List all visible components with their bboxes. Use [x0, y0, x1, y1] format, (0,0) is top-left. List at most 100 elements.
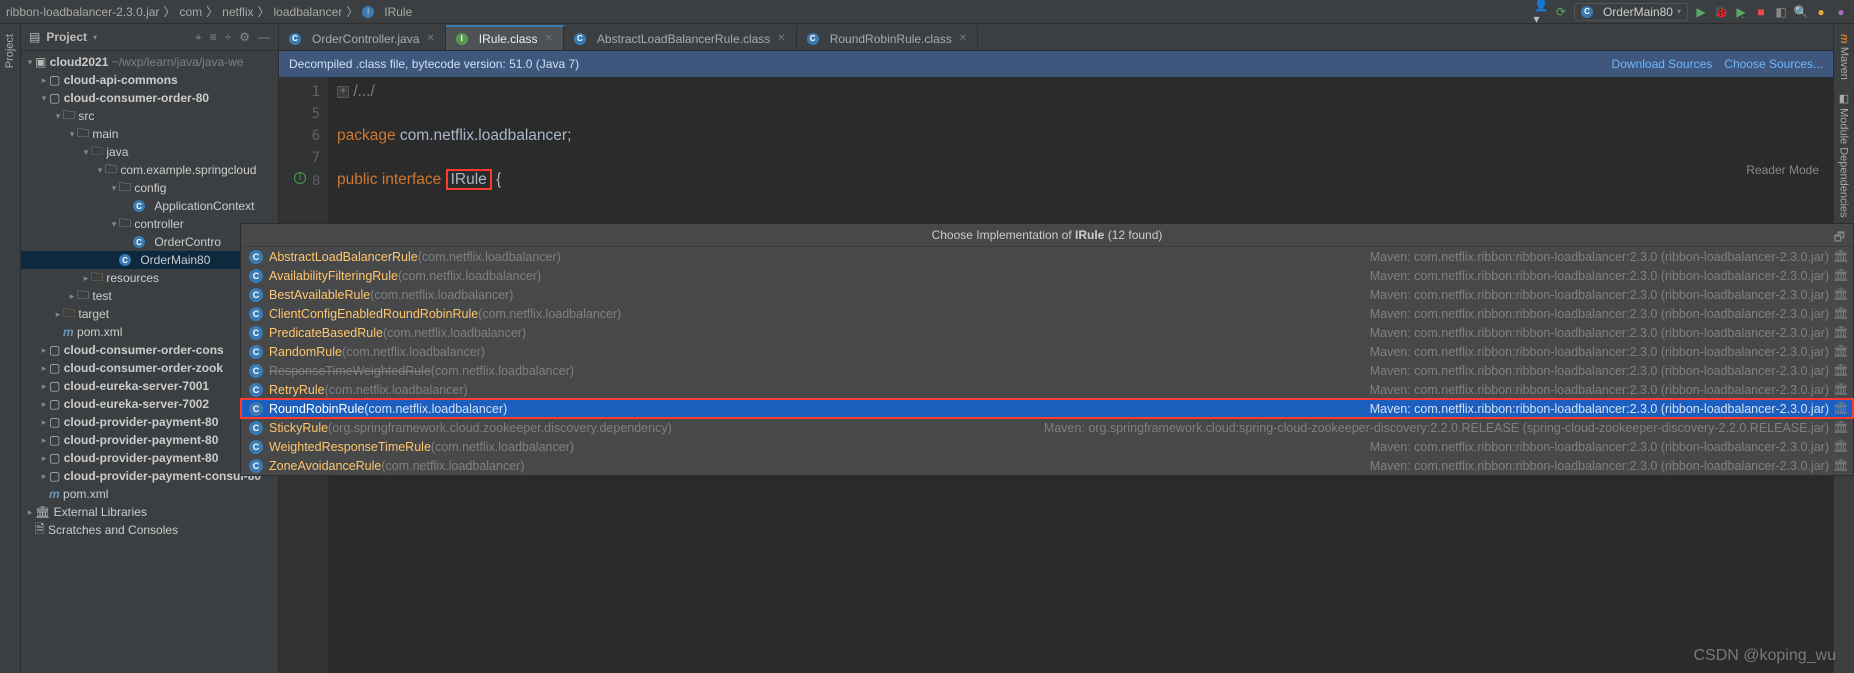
run-config-selector[interactable]: C OrderMain80 ▾ [1574, 3, 1688, 21]
line-number[interactable]: 8I [279, 169, 328, 191]
implementation-item-responsetimeweightedrule[interactable]: CResponseTimeWeightedRule (com.netflix.l… [241, 361, 1853, 380]
crumb-jar[interactable]: ribbon-loadbalancer-2.3.0.jar [6, 5, 159, 19]
crumb-netflix[interactable]: netflix [222, 5, 253, 19]
code-keyword: public [337, 171, 382, 188]
run-icon[interactable]: ▶ [1694, 5, 1708, 19]
ide-badge2-icon[interactable]: ● [1834, 5, 1848, 19]
close-tab-icon[interactable]: ✕ [959, 33, 967, 44]
download-sources-link[interactable]: Download Sources [1612, 57, 1713, 71]
tree-row-scratch[interactable]: 🗎 Scratches and Consoles [21, 521, 278, 539]
impl-class-name: ClientConfigEnabledRoundRobinRule [269, 307, 478, 321]
impl-source-jar: Maven: com.netflix.ribbon:ribbon-loadbal… [1370, 440, 1829, 454]
scratch-icon: 🗎 [35, 521, 45, 539]
tool-window-project-tab[interactable]: Project [4, 28, 16, 74]
tab-ordercontroller[interactable]: COrderController.java✕ [279, 25, 446, 50]
folder-icon: 🗀 [77, 125, 89, 143]
implementation-item-availabilityfilteringrule[interactable]: CAvailabilityFilteringRule (com.netflix.… [241, 266, 1853, 285]
impl-source-jar: Maven: com.netflix.ribbon:ribbon-loadbal… [1370, 402, 1829, 416]
tree-row-src[interactable]: ▾🗀 src [21, 107, 278, 125]
implementation-item-predicatebasedrule[interactable]: CPredicateBasedRule (com.netflix.loadbal… [241, 323, 1853, 342]
class-icon: C [249, 383, 263, 397]
library-icon: 🏛 [1833, 268, 1845, 283]
impl-source-jar: Maven: org.springframework.cloud:spring-… [1044, 421, 1829, 435]
tool-window-maven-tab[interactable]: m Maven [1838, 28, 1850, 86]
crumb-irule[interactable]: IRule [384, 5, 412, 19]
class-icon: C [133, 236, 145, 248]
gear-icon[interactable]: ⚙ [239, 30, 250, 45]
line-number[interactable]: 7 [279, 147, 328, 169]
implementation-item-bestavailablerule[interactable]: CBestAvailableRule (com.netflix.loadbala… [241, 285, 1853, 304]
fold-toggle-icon[interactable]: + [337, 86, 349, 98]
line-number[interactable]: 6 [279, 125, 328, 147]
folder-icon: 🗀 [77, 287, 89, 305]
expand-all-icon[interactable]: ≡ [210, 30, 217, 45]
user-icon[interactable]: 👤▾ [1534, 5, 1548, 19]
class-icon: C [249, 288, 263, 302]
class-icon: C [249, 421, 263, 435]
class-icon: C [249, 307, 263, 321]
tree-row-pom2[interactable]: m pom.xml [21, 485, 278, 503]
tab-abstractlbrule[interactable]: CAbstractLoadBalancerRule.class✕ [564, 25, 797, 50]
implementation-item-retryrule[interactable]: CRetryRule (com.netflix.loadbalancer)Mav… [241, 380, 1853, 399]
tree-row-main[interactable]: ▾🗀 main [21, 125, 278, 143]
ide-badge-icon[interactable]: ● [1814, 5, 1828, 19]
library-icon: 🏛 [1833, 249, 1845, 264]
tab-roundrobinrule[interactable]: CRoundRobinRule.class✕ [797, 25, 978, 50]
hide-icon[interactable]: — [258, 30, 270, 45]
close-tab-icon[interactable]: ✕ [426, 33, 434, 44]
tree-row-api-commons[interactable]: ▸▢ cloud-api-commons [21, 71, 278, 89]
tree-row-consumer80[interactable]: ▾▢ cloud-consumer-order-80 [21, 89, 278, 107]
choose-sources-link[interactable]: Choose Sources... [1724, 57, 1823, 71]
chevron-down-icon[interactable]: ▾ [93, 33, 97, 42]
tree-row-pkg[interactable]: ▾🗀 com.example.springcloud [21, 161, 278, 179]
tab-irule[interactable]: IIRule.class✕ [446, 25, 564, 50]
implementations-gutter-icon[interactable]: I [294, 172, 306, 184]
popup-settings-icon[interactable]: 🗗 [1834, 228, 1845, 249]
interface-icon: I [362, 6, 374, 18]
project-scope-icon[interactable]: ▤ [29, 30, 40, 44]
reader-mode-label[interactable]: Reader Mode [1746, 163, 1819, 177]
module-icon: ▢ [49, 73, 60, 87]
implementation-item-abstractloadbalancerrule[interactable]: CAbstractLoadBalancerRule (com.netflix.l… [241, 247, 1853, 266]
package-icon: 🗀 [105, 161, 117, 179]
impl-package: (com.netflix.loadbalancer) [431, 440, 574, 454]
impl-class-name: ZoneAvoidanceRule [269, 459, 381, 473]
close-tab-icon[interactable]: ✕ [544, 33, 552, 44]
close-tab-icon[interactable]: ✕ [777, 33, 785, 44]
implementation-item-clientconfigenabledroundrobinrule[interactable]: CClientConfigEnabledRoundRobinRule (com.… [241, 304, 1853, 323]
stop-icon[interactable]: ■ [1754, 5, 1768, 19]
sync-icon[interactable]: ⟳ [1554, 5, 1568, 19]
impl-package: (com.netflix.loadbalancer) [431, 364, 574, 378]
implementation-item-stickyrule[interactable]: CStickyRule (org.springframework.cloud.z… [241, 418, 1853, 437]
implementation-list[interactable]: CAbstractLoadBalancerRule (com.netflix.l… [241, 247, 1853, 475]
tool-window-deps-tab[interactable]: ◧ Module Dependencies [1838, 86, 1851, 224]
library-icon: 🏛 [1833, 401, 1845, 416]
impl-class-name: WeightedResponseTimeRule [269, 440, 431, 454]
crumb-com[interactable]: com [179, 5, 202, 19]
tree-row-extlib[interactable]: ▸🏛 External Libraries [21, 503, 278, 521]
impl-package: (com.netflix.loadbalancer) [383, 326, 526, 340]
class-icon: C [249, 402, 263, 416]
select-opened-file-icon[interactable]: ⌖ [195, 30, 202, 45]
collapse-all-icon[interactable]: ÷ [225, 30, 232, 45]
tree-row-cloud2021[interactable]: ▾▣ cloud2021 ~/wxp/learn/java/java-we [21, 53, 278, 71]
implementation-item-randomrule[interactable]: CRandomRule (com.netflix.loadbalancer)Ma… [241, 342, 1853, 361]
line-number[interactable]: 5 [279, 103, 328, 125]
tree-row-config[interactable]: ▾🗀 config [21, 179, 278, 197]
line-number[interactable]: 1 [279, 81, 328, 103]
implementation-item-roundrobinrule[interactable]: CRoundRobinRule (com.netflix.loadbalance… [241, 399, 1853, 418]
crumb-loadbalancer[interactable]: loadbalancer [274, 5, 343, 19]
search-icon[interactable]: 🔍 [1794, 5, 1808, 19]
module-icon: ▢ [49, 415, 60, 429]
class-icon: C [133, 200, 145, 212]
coverage-icon[interactable]: ▶̣ [1734, 5, 1748, 19]
implementation-item-zoneavoidancerule[interactable]: CZoneAvoidanceRule (com.netflix.loadbala… [241, 456, 1853, 475]
library-icon: 🏛 [1833, 287, 1845, 302]
tree-row-java[interactable]: ▾🗀 java [21, 143, 278, 161]
impl-source-jar: Maven: com.netflix.ribbon:ribbon-loadbal… [1370, 345, 1829, 359]
tree-row-appctx[interactable]: C ApplicationContext [21, 197, 278, 215]
implementation-item-weightedresponsetimerule[interactable]: CWeightedResponseTimeRule (com.netflix.l… [241, 437, 1853, 456]
interface-name-highlighted[interactable]: IRule [446, 169, 492, 190]
debug-icon[interactable]: 🐞 [1714, 5, 1728, 19]
profile-icon[interactable]: ◧ [1774, 5, 1788, 19]
